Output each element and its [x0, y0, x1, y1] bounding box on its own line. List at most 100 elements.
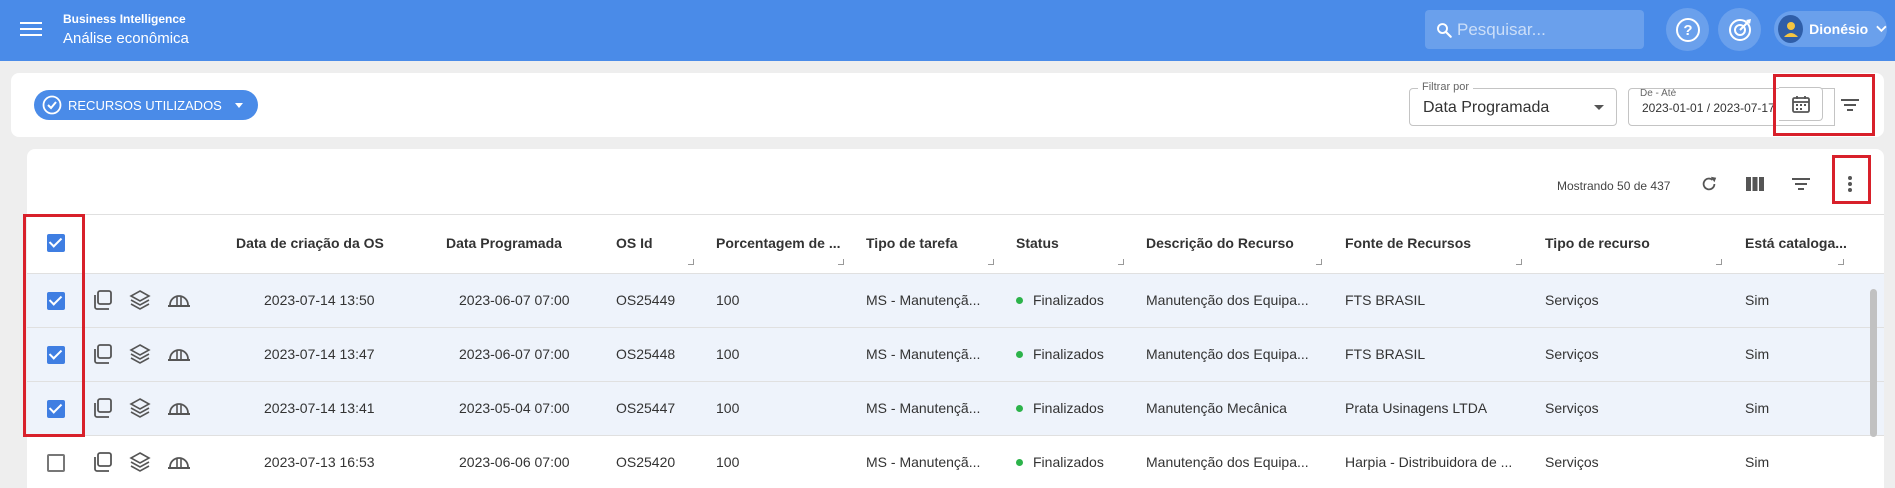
column-resize-handle[interactable]	[688, 259, 694, 265]
filter-by-select[interactable]: Filtrar por Data Programada	[1409, 81, 1617, 126]
table-row[interactable]: 2023-07-14 13:41 2023-05-04 07:00 OS2544…	[27, 382, 1884, 436]
filter-by-value: Data Programada	[1423, 99, 1550, 116]
column-header[interactable]: Está cataloga...	[1745, 235, 1847, 251]
column-resize-handle[interactable]	[1838, 259, 1844, 265]
dropdown-caret-icon	[1594, 105, 1604, 110]
cell-scheduled-date: 2023-06-07 07:00	[459, 346, 570, 362]
layers-icon[interactable]	[129, 397, 151, 419]
cell-created-date: 2023-07-13 16:53	[264, 454, 375, 470]
table-row[interactable]: 2023-07-14 13:47 2023-06-07 07:00 OS2544…	[27, 328, 1884, 382]
status-label: Finalizados	[1033, 292, 1104, 308]
cell-task-type: MS - Manutençã...	[866, 292, 981, 308]
cell-status: Finalizados	[1016, 454, 1104, 470]
cell-resource-source: Prata Usinagens LTDA	[1345, 400, 1488, 416]
column-header[interactable]: Tipo de recurso	[1545, 235, 1650, 251]
cell-catalogued: Sim	[1745, 346, 1770, 362]
cell-task-type: MS - Manutençã...	[866, 454, 981, 470]
hard-hat-icon[interactable]	[167, 451, 191, 473]
refresh-button[interactable]	[1695, 170, 1723, 198]
cell-scheduled-date: 2023-05-04 07:00	[459, 400, 570, 416]
column-resize-handle[interactable]	[838, 259, 844, 265]
target-icon	[1728, 18, 1751, 41]
cell-task-type: MS - Manutençã...	[866, 346, 981, 362]
data-table-card: Mostrando 50 de 437 Data de criação da O…	[27, 149, 1884, 488]
cell-status: Finalizados	[1016, 346, 1104, 362]
layers-icon[interactable]	[129, 289, 151, 311]
status-dot	[1016, 459, 1023, 466]
dropdown-caret-icon	[234, 102, 243, 108]
columns-button[interactable]	[1741, 170, 1769, 198]
filter-list-icon	[1792, 178, 1810, 190]
user-avatar-icon	[1783, 22, 1798, 37]
cell-resource-description: Manutenção dos Equipa...	[1146, 346, 1309, 362]
column-header[interactable]: Tipo de tarefa	[866, 235, 958, 251]
column-resize-handle[interactable]	[1716, 259, 1722, 265]
cell-resource-type: Serviços	[1545, 292, 1599, 308]
layers-icon[interactable]	[129, 451, 151, 473]
cell-os-id: OS25448	[616, 346, 676, 362]
column-resize-handle[interactable]	[1516, 259, 1522, 265]
column-header[interactable]: Data Programada	[446, 235, 562, 251]
duplicate-icon[interactable]	[91, 451, 113, 473]
goals-button[interactable]	[1718, 8, 1761, 51]
column-resize-handle[interactable]	[1118, 259, 1124, 265]
cell-catalogued: Sim	[1745, 292, 1770, 308]
cell-percentage: 100	[716, 400, 740, 416]
status-label: Finalizados	[1033, 400, 1104, 416]
hard-hat-icon[interactable]	[167, 289, 191, 311]
cell-catalogued: Sim	[1745, 400, 1770, 416]
search-icon	[1437, 22, 1452, 38]
column-header[interactable]: Descrição do Recurso	[1146, 235, 1294, 251]
resources-used-label: RECURSOS UTILIZADOS	[68, 97, 222, 113]
cell-os-id: OS25420	[616, 454, 676, 470]
cell-resource-source: Harpia - Distribuidora de ...	[1345, 454, 1513, 470]
help-icon: ?	[1675, 17, 1700, 42]
table-filter-button[interactable]	[1787, 170, 1815, 198]
duplicate-icon[interactable]	[91, 397, 113, 419]
cell-catalogued: Sim	[1745, 454, 1770, 470]
hard-hat-icon[interactable]	[167, 343, 191, 365]
user-menu[interactable]: Dionésio	[1774, 11, 1887, 47]
cell-resource-description: Manutenção dos Equipa...	[1146, 454, 1309, 470]
vertical-scrollbar[interactable]	[1870, 289, 1877, 437]
table-row[interactable]: 2023-07-14 13:50 2023-06-07 07:00 OS2544…	[27, 274, 1884, 328]
search-input[interactable]	[1457, 19, 1627, 40]
filter-bar: RECURSOS UTILIZADOS Filtrar por Data Pro…	[11, 73, 1884, 137]
highlight-box-checkboxes	[23, 214, 85, 437]
cell-os-id: OS25447	[616, 400, 676, 416]
column-header[interactable]: Status	[1016, 235, 1059, 251]
cell-scheduled-date: 2023-06-07 07:00	[459, 292, 570, 308]
column-header[interactable]: Porcentagem de ...	[716, 235, 840, 251]
app-title: Business Intelligence	[63, 12, 186, 26]
column-header[interactable]: Fonte de Recursos	[1345, 235, 1471, 251]
duplicate-icon[interactable]	[91, 289, 113, 311]
column-resize-handle[interactable]	[1316, 259, 1322, 265]
column-header[interactable]: Data de criação da OS	[236, 235, 384, 251]
cell-resource-type: Serviços	[1545, 400, 1599, 416]
cell-resource-description: Manutenção Mecânica	[1146, 400, 1287, 416]
filter-by-label: Filtrar por	[1418, 81, 1474, 93]
date-range-label: De - Até	[1637, 89, 1680, 99]
status-dot	[1016, 297, 1023, 304]
refresh-icon	[1702, 176, 1717, 191]
layers-icon[interactable]	[129, 343, 151, 365]
help-button[interactable]: ?	[1666, 8, 1709, 51]
top-app-bar: Business Intelligence Análise econômica …	[0, 0, 1895, 61]
cell-created-date: 2023-07-14 13:47	[264, 346, 375, 362]
column-header[interactable]: OS Id	[616, 235, 653, 251]
cell-status: Finalizados	[1016, 292, 1104, 308]
column-resize-handle[interactable]	[988, 259, 994, 265]
table-header-row: Data de criação da OS Data Programada OS…	[27, 214, 1884, 274]
hamburger-menu-icon[interactable]	[20, 18, 42, 40]
resources-used-button[interactable]: RECURSOS UTILIZADOS	[34, 90, 258, 120]
search-box[interactable]	[1425, 10, 1644, 49]
svg-text:?: ?	[1683, 22, 1692, 39]
date-range-value: 2023-01-01 / 2023-07-17	[1642, 101, 1775, 115]
table-row[interactable]: 2023-07-13 16:53 2023-06-06 07:00 OS2542…	[27, 436, 1884, 488]
cell-percentage: 100	[716, 346, 740, 362]
hard-hat-icon[interactable]	[167, 397, 191, 419]
row-checkbox[interactable]	[47, 454, 65, 472]
highlight-box-more-options	[1832, 155, 1871, 204]
duplicate-icon[interactable]	[91, 343, 113, 365]
chevron-down-icon	[1876, 25, 1887, 33]
